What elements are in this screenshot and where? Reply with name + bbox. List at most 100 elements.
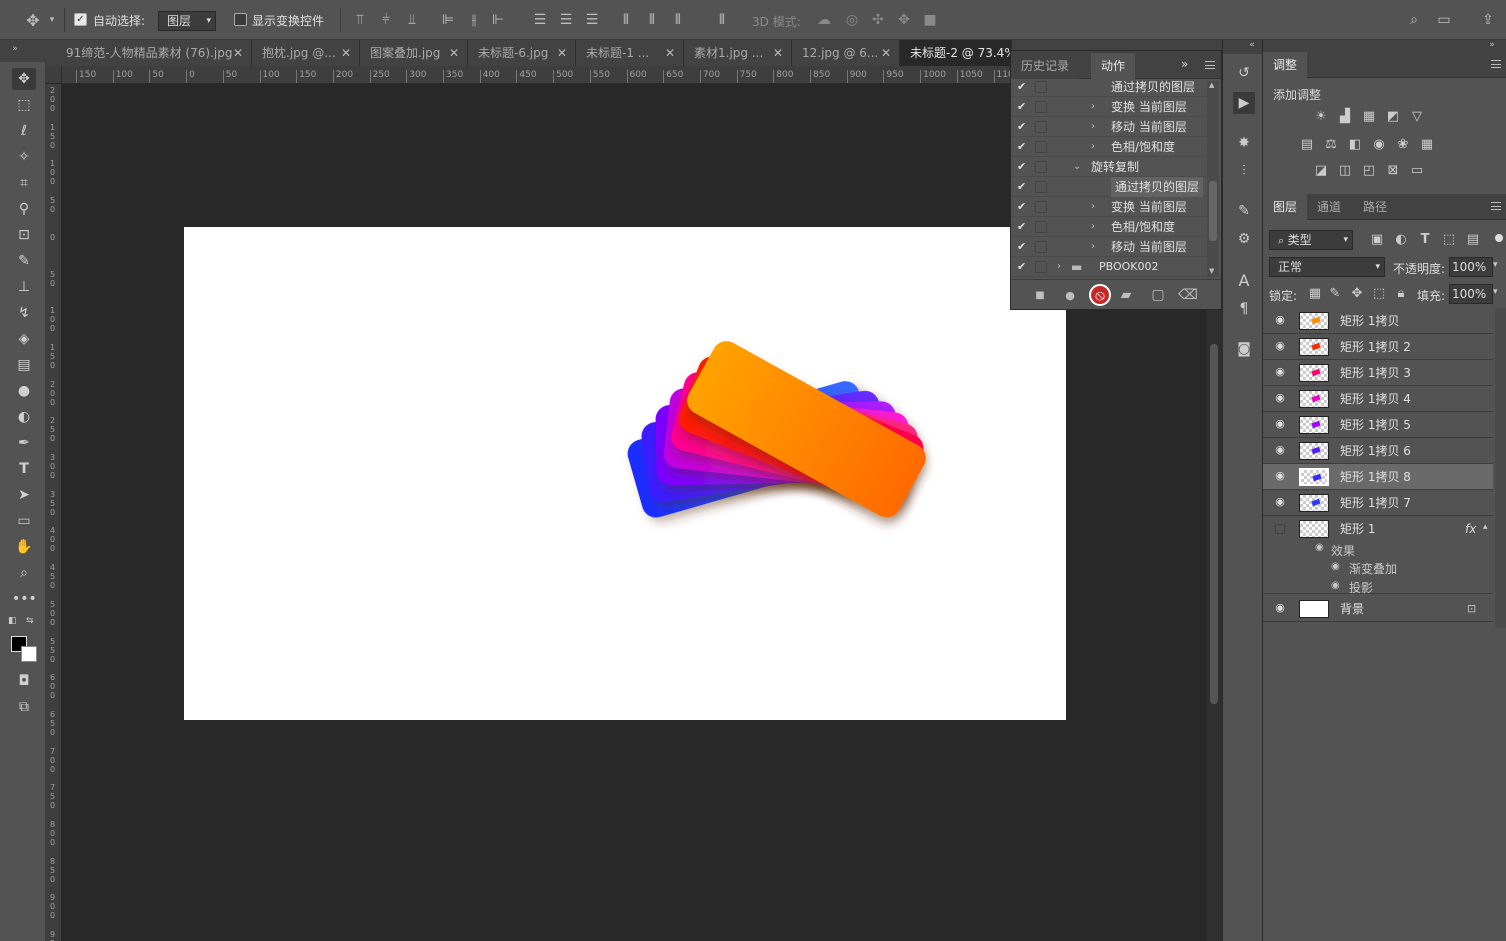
dialog-toggle[interactable] [1035, 101, 1047, 113]
eye-icon[interactable]: ◉ [1273, 339, 1287, 353]
move-tool-icon[interactable]: ✥ [22, 10, 44, 30]
screen-mode-icon[interactable]: ⧉ [12, 696, 36, 718]
history-brush-icon[interactable]: ↯ [12, 302, 36, 324]
tab-actions[interactable]: 动作 [1091, 53, 1136, 79]
align-vcenter-icon[interactable]: ⫩ [378, 10, 394, 30]
brush-tool-icon[interactable]: ✎ [12, 250, 36, 272]
layer-row[interactable]: ◉ 矩形 1拷贝 5 [1263, 412, 1493, 438]
eye-icon[interactable]: ◉ [1273, 313, 1287, 327]
search-icon[interactable]: ⌕ [1404, 10, 1424, 30]
more-tools-icon[interactable]: ••• [12, 588, 37, 610]
close-icon[interactable]: ✕ [557, 40, 567, 66]
brightness-icon[interactable]: ☀ [1313, 110, 1329, 124]
action-step-row[interactable]: ✔ › 移动 当前图层 [1011, 117, 1207, 137]
stop-icon[interactable]: ■ [1031, 286, 1049, 304]
check-icon[interactable]: ✔ [1017, 157, 1026, 177]
dialog-toggle[interactable] [1035, 181, 1047, 193]
layer-row[interactable]: ◉ 矩形 1拷贝 4 [1263, 386, 1493, 412]
doc-tab[interactable]: 抱枕.jpg @... ✕ [252, 40, 360, 66]
threshold-icon[interactable]: ◰ [1361, 164, 1377, 178]
distribute-hcenter-icon[interactable]: ⦀ [644, 10, 660, 30]
character-panel-icon[interactable]: A [1233, 270, 1255, 292]
default-colors-icon[interactable]: ◧ [8, 616, 18, 626]
tool-presets-icon[interactable]: ✎ [1233, 200, 1255, 222]
action-step-row[interactable]: ✔ › 色相/饱和度 [1011, 137, 1207, 157]
chevron-right-icon[interactable]: › [1091, 117, 1095, 137]
dialog-toggle[interactable] [1035, 201, 1047, 213]
history-panel-icon[interactable]: ↺ [1233, 62, 1255, 84]
align-bottom-icon[interactable]: ⫫ [404, 10, 420, 30]
collapse-icon[interactable]: » [8, 42, 22, 56]
roll-3d-icon[interactable]: ◎ [842, 10, 862, 30]
selective-color-icon[interactable]: ⊠ [1385, 164, 1401, 178]
levels-icon[interactable]: ▟ [1337, 110, 1353, 124]
layer-row[interactable]: ◉ 矩形 1拷贝 2 [1263, 334, 1493, 360]
eye-icon[interactable]: ◉ [1273, 365, 1287, 379]
exposure-icon[interactable]: ◩ [1385, 110, 1401, 124]
auto-select-checkbox[interactable]: ✓ [74, 13, 87, 26]
lock-all-icon[interactable]: 🔒︎ [1393, 287, 1409, 301]
eraser-tool-icon[interactable]: ◈ [12, 328, 36, 350]
dialog-toggle[interactable] [1035, 261, 1047, 273]
gradient-map-icon[interactable]: ▭ [1409, 164, 1425, 178]
show-transform-checkbox[interactable] [234, 13, 247, 26]
layers-scrollbar[interactable] [1495, 308, 1506, 628]
action-step-row[interactable]: ✔ › ▬ PBOOK002 [1011, 257, 1207, 277]
orbit-3d-icon[interactable]: ☁ [814, 10, 834, 30]
tab-adjustments[interactable]: 调整 [1263, 52, 1308, 78]
check-icon[interactable]: ✔ [1017, 197, 1026, 217]
record-icon[interactable]: ● [1061, 286, 1079, 304]
color-balance-icon[interactable]: ⚖ [1323, 138, 1339, 152]
chevron-right-icon[interactable]: › [1091, 97, 1095, 117]
swap-colors-icon[interactable]: ⇆ [26, 616, 36, 626]
pen-tool-icon[interactable]: ✒ [12, 432, 36, 454]
lock-icon[interactable]: ⊡ [1467, 602, 1476, 615]
dialog-toggle[interactable] [1035, 241, 1047, 253]
photo-filter-icon[interactable]: ◉ [1371, 138, 1387, 152]
opacity-input[interactable]: 100% [1449, 257, 1493, 277]
check-icon[interactable]: ✔ [1017, 137, 1026, 157]
slide-3d-icon[interactable]: ✥ [894, 10, 914, 30]
action-step-row[interactable]: ✔ › 色相/饱和度 [1011, 217, 1207, 237]
chevron-right-icon[interactable]: › [1091, 197, 1095, 217]
doc-tab[interactable]: 图案叠加.jpg ✕ [360, 40, 468, 66]
eye-icon[interactable]: ◉ [1273, 469, 1287, 483]
panel-menu-icon[interactable] [1491, 60, 1501, 68]
eye-icon[interactable]: ◉ [1273, 417, 1287, 431]
action-step-row[interactable]: ✔ › 移动 当前图层 [1011, 237, 1207, 257]
align-right-icon[interactable]: ⊩ [490, 10, 506, 30]
layer-row[interactable]: ◉ 矩形 1拷贝 3 [1263, 360, 1493, 386]
eye-icon[interactable]: ◉ [1331, 561, 1340, 572]
dialog-toggle[interactable] [1035, 121, 1047, 133]
layer-row[interactable]: ◉ 矩形 1拷贝 [1263, 308, 1493, 334]
play-blocked-icon[interactable]: ⦸ [1089, 284, 1111, 306]
chevron-down-icon[interactable]: ▾ [1493, 287, 1498, 297]
doc-tab[interactable]: 未标题-6.jpg ✕ [468, 40, 576, 66]
lock-transparency-icon[interactable]: ▦ [1307, 287, 1323, 301]
doc-tab-active[interactable]: 未标题-2 @ 73.4% [900, 40, 1012, 66]
tab-channels[interactable]: 通道 [1307, 194, 1351, 220]
tab-layers[interactable]: 图层 [1263, 194, 1308, 220]
chevron-down-icon[interactable]: ▾ [46, 12, 58, 28]
layer-filter-dropdown[interactable]: ⌕ 类型 ▾ [1269, 230, 1353, 250]
curves-icon[interactable]: ▦ [1361, 110, 1377, 124]
properties-icon[interactable]: ⚙ [1233, 228, 1255, 250]
document-canvas[interactable] [184, 227, 1066, 720]
filter-toggle[interactable] [1495, 234, 1503, 242]
chevron-up-icon[interactable]: ▴ [1483, 522, 1488, 532]
zoom-tool-icon[interactable]: ⌕ [12, 562, 36, 584]
scroll-thumb[interactable] [1209, 181, 1217, 241]
eye-icon[interactable]: ◉ [1273, 443, 1287, 457]
magic-wand-tool-icon[interactable]: ✧ [12, 146, 36, 168]
filter-pixel-icon[interactable]: ▣ [1369, 233, 1385, 247]
auto-align-icon[interactable]: ⦀ [714, 10, 730, 30]
workspace-icon[interactable]: ▭ [1434, 10, 1454, 30]
chevron-down-icon[interactable]: ⌄ [1073, 157, 1081, 177]
marquee-tool-icon[interactable]: ⬚ [12, 94, 36, 116]
align-hcenter-icon[interactable]: ⫲ [466, 10, 482, 30]
invert-icon[interactable]: ◪ [1313, 164, 1329, 178]
move-tool-icon[interactable]: ✥ [12, 68, 36, 90]
dialog-toggle[interactable] [1035, 81, 1047, 93]
distribute-vcenter-icon[interactable]: ☰ [558, 10, 574, 30]
path-select-icon[interactable]: ➤ [12, 484, 36, 506]
